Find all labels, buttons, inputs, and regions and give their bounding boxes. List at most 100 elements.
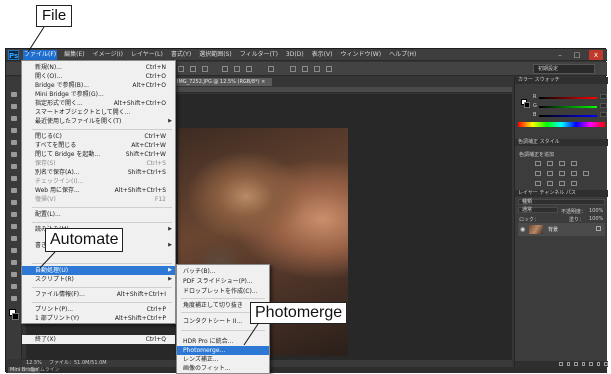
menu-file[interactable]: ファイル(F) — [23, 50, 58, 60]
menu-type[interactable]: 書式(Y) — [170, 50, 192, 60]
file-menu-item[interactable]: スマートオブジェクトとして開く... — [22, 108, 175, 117]
crop-tool-icon[interactable] — [10, 139, 18, 146]
threshold-icon[interactable] — [559, 181, 565, 186]
automate-item[interactable]: HDR Pro に統合... — [177, 337, 269, 346]
align-left-icon[interactable] — [178, 66, 184, 72]
automate-item[interactable]: ドロップレットを作成(C)... — [177, 287, 269, 296]
menu-3d[interactable]: 3D(D) — [285, 50, 305, 60]
color-panel-tabs[interactable]: カラー スウォッチ — [515, 77, 608, 84]
maximize-button[interactable]: □ — [572, 50, 582, 60]
green-value[interactable] — [600, 103, 607, 108]
3d-pan-icon[interactable] — [314, 66, 320, 72]
vibrance-icon[interactable] — [535, 171, 541, 176]
align-right-icon[interactable] — [202, 66, 208, 72]
file-menu-item-recent[interactable]: 最近使用したファイルを開く(T) ▶ — [22, 117, 175, 126]
3d-roll-icon[interactable] — [302, 66, 308, 72]
marquee-tool-icon[interactable] — [10, 103, 18, 110]
file-menu-item[interactable]: 別名で保存(A)... Shift+Ctrl+S — [22, 168, 175, 177]
distribute-middle-icon[interactable] — [234, 66, 240, 72]
file-menu-item-exit[interactable]: 終了(X) Ctrl+Q — [22, 335, 175, 344]
quick-select-tool-icon[interactable] — [10, 127, 18, 134]
brightness-icon[interactable] — [535, 161, 541, 166]
blue-slider[interactable] — [539, 115, 597, 117]
shape-tool-icon[interactable] — [10, 295, 18, 302]
menu-layer[interactable]: レイヤー(L) — [130, 50, 164, 60]
file-menu-item[interactable]: 指定形式で開く... Alt+Shift+Ctrl+O — [22, 99, 175, 108]
3d-slide-icon[interactable] — [326, 66, 332, 72]
new-fill-layer-icon[interactable] — [581, 362, 586, 366]
eyedropper-tool-icon[interactable] — [10, 151, 18, 158]
3d-rotate-icon[interactable] — [290, 66, 296, 72]
blend-mode-select[interactable]: 通常 — [518, 207, 558, 213]
background-color-swatch[interactable] — [12, 313, 19, 320]
file-menu-item[interactable]: 開く(O)... Ctrl+O — [22, 72, 175, 81]
gradient-tool-icon[interactable] — [10, 223, 18, 230]
menu-image[interactable]: イメージ(I) — [92, 50, 124, 60]
levels-icon[interactable] — [547, 161, 553, 166]
close-button[interactable]: x — [589, 50, 603, 60]
file-menu-item[interactable]: Mini Bridge で参照(G)... — [22, 90, 175, 99]
layer-mask-icon[interactable] — [574, 362, 578, 366]
dodge-tool-icon[interactable] — [10, 247, 18, 254]
link-layers-icon[interactable] — [559, 362, 563, 366]
layer-row-background[interactable]: ◉ 背景 — [518, 223, 605, 236]
adjustments-panel-tabs[interactable]: 色調補正 スタイル — [515, 139, 608, 146]
auto-align-icon[interactable] — [268, 66, 274, 72]
distribute-bottom-icon[interactable] — [246, 66, 252, 72]
curves-icon[interactable] — [559, 161, 565, 166]
new-group-icon[interactable] — [589, 362, 593, 366]
delete-layer-icon[interactable] — [604, 362, 609, 366]
invert-icon[interactable] — [535, 181, 541, 186]
layer-style-icon[interactable] — [566, 362, 571, 366]
file-menu-item[interactable]: 新規(N)... Ctrl+N — [22, 63, 175, 72]
distribute-top-icon[interactable] — [222, 66, 228, 72]
healing-brush-tool-icon[interactable] — [10, 163, 18, 170]
exposure-icon[interactable] — [571, 161, 577, 166]
blur-tool-icon[interactable] — [10, 235, 18, 242]
new-layer-icon[interactable] — [596, 362, 601, 366]
document-tab[interactable]: IMG_7252.JPG @ 12.5% (RGB/8*) × — [174, 78, 272, 86]
gradient-map-icon[interactable] — [571, 181, 577, 186]
green-slider[interactable] — [539, 106, 597, 108]
photo-filter-icon[interactable] — [583, 171, 589, 176]
automate-item-photomerge[interactable]: Photomerge... — [177, 346, 269, 355]
zoom-level[interactable]: 12.5% — [26, 360, 42, 367]
history-brush-tool-icon[interactable] — [10, 199, 18, 206]
layers-panel-tabs[interactable]: レイヤー チャンネル パス — [515, 190, 608, 197]
color-spectrum[interactable] — [518, 122, 605, 127]
menu-help[interactable]: ヘルプ(H) — [388, 50, 417, 60]
file-menu-item[interactable]: すべてを閉じる Alt+Ctrl+W — [22, 141, 175, 150]
path-select-tool-icon[interactable] — [10, 283, 18, 290]
align-center-icon[interactable] — [190, 66, 196, 72]
automate-item[interactable]: PDF スライドショー(P)... — [177, 277, 269, 286]
file-menu-item[interactable]: Bridge で参照(B)... Alt+Ctrl+O — [22, 81, 175, 90]
timeline-tab[interactable]: タイムライン — [30, 367, 60, 373]
layer-visibility-eye-icon[interactable]: ◉ — [520, 226, 525, 233]
file-menu-item[interactable]: 閉じて Bridge を起動... Shift+Ctrl+W — [22, 150, 175, 159]
panel-background-swatch[interactable] — [524, 102, 530, 108]
file-menu-item-scripts[interactable]: スクリプト(R) ▶ — [22, 275, 175, 284]
file-menu-item-place[interactable]: 配置(L)... — [22, 210, 175, 219]
layer-filter-kind[interactable]: 種類 — [518, 199, 605, 205]
file-menu-item[interactable]: 1 部プリント(Y) Alt+Shift+Ctrl+P — [22, 314, 175, 323]
hue-saturation-icon[interactable] — [547, 171, 553, 176]
file-menu-item[interactable]: 閉じる(C) Ctrl+W — [22, 132, 175, 141]
clone-stamp-tool-icon[interactable] — [10, 187, 18, 194]
fill-value[interactable]: 100% — [589, 216, 603, 222]
lasso-tool-icon[interactable] — [10, 115, 18, 122]
black-white-icon[interactable] — [571, 171, 577, 176]
file-menu-item[interactable]: プリント(P)... Ctrl+P — [22, 305, 175, 314]
pen-tool-icon[interactable] — [10, 259, 18, 266]
opacity-value[interactable]: 100% — [589, 208, 603, 214]
posterize-icon[interactable] — [547, 181, 553, 186]
move-tool-icon[interactable] — [10, 91, 18, 98]
workspace-select[interactable]: 初期設定 — [533, 64, 595, 74]
automate-item[interactable]: 画像のフィット... — [177, 364, 269, 373]
minimize-button[interactable]: – — [555, 50, 565, 60]
file-menu-item-automate[interactable]: 自動処理(U) ▶ — [22, 266, 175, 275]
color-balance-icon[interactable] — [559, 171, 565, 176]
type-tool-icon[interactable] — [10, 271, 18, 278]
automate-item[interactable]: バッチ(B)... — [177, 267, 269, 276]
red-slider[interactable] — [539, 97, 597, 99]
brush-tool-icon[interactable] — [10, 175, 18, 182]
